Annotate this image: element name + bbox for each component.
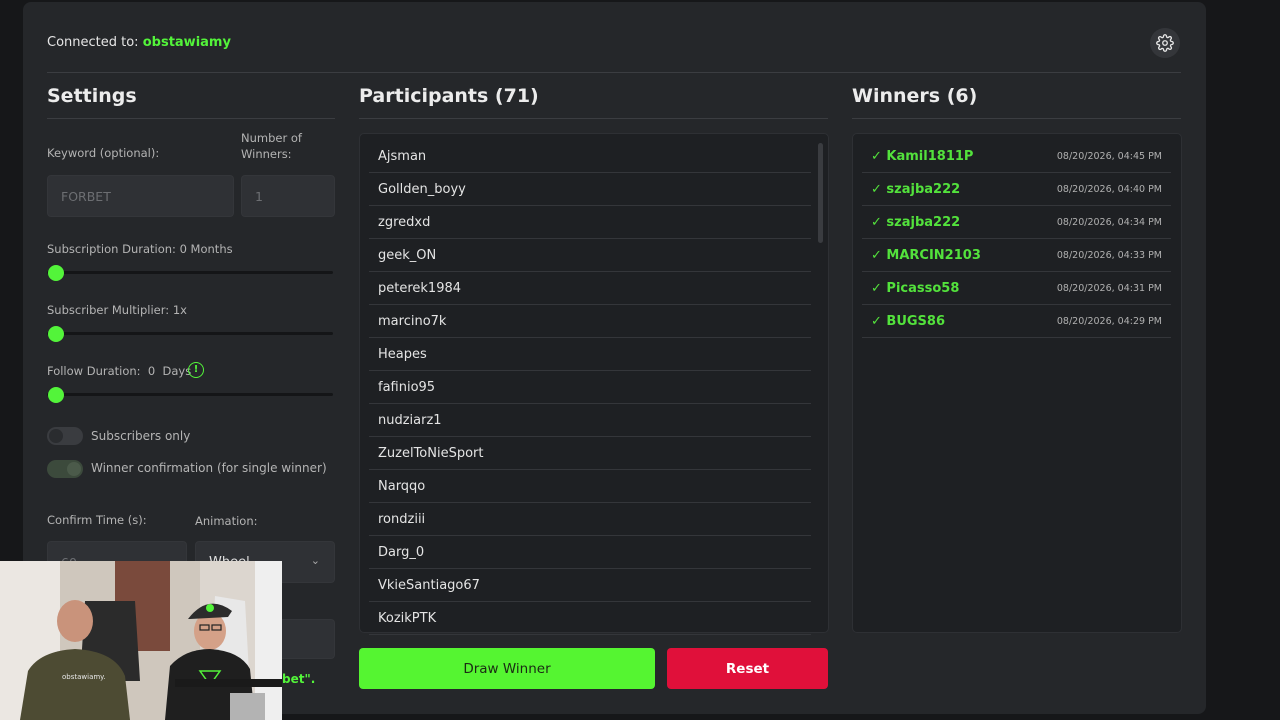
participant-row: Gollden_boyy (369, 174, 811, 206)
participants-rows: Ajsman Gollden_boyy zgredxd geek_ON peterek1… (369, 141, 811, 636)
winner-row: ✓ MARCIN2103 08/20/2026, 04:33 PM (862, 240, 1171, 272)
info-icon[interactable]: ! (188, 362, 204, 378)
winners-divider (852, 118, 1181, 119)
participant-row: nudziarz1 (369, 405, 811, 437)
reset-button[interactable]: Reset (667, 648, 828, 689)
draw-winner-button[interactable]: Draw Winner (359, 648, 655, 689)
subscription-duration-label: Subscription Duration: 0 Months (47, 242, 233, 256)
svg-text:obstawiamy.: obstawiamy. (62, 673, 106, 681)
participant-row: fafinio95 (369, 372, 811, 404)
winner-row: ✓ szajba222 08/20/2026, 04:34 PM (862, 207, 1171, 239)
participant-row: geek_ON (369, 240, 811, 272)
participant-row: ZuzelToNieSport (369, 438, 811, 470)
participant-row: Ajsman (369, 141, 811, 173)
participants-title: Participants (71) (359, 85, 539, 107)
winner-row: ✓ szajba222 08/20/2026, 04:40 PM (862, 174, 1171, 206)
settings-divider (47, 118, 335, 119)
subscribers-only-toggle[interactable] (47, 427, 83, 445)
animation-label: Animation: (195, 514, 258, 528)
winner-row: ✓ Kamil1811P 08/20/2026, 04:45 PM (862, 141, 1171, 173)
participant-row: Darg_0 (369, 537, 811, 569)
winner-confirmation-label: Winner confirmation (for single winner) (91, 461, 327, 475)
follow-duration-label: Follow Duration: 0 Days (47, 364, 192, 378)
participant-row: zgredxd (369, 207, 811, 239)
participant-row: KozikPTK (369, 603, 811, 635)
participants-divider (359, 118, 828, 119)
slider-handle[interactable] (48, 265, 64, 281)
participant-row: rondziii (369, 504, 811, 536)
winners-rows: ✓ Kamil1811P 08/20/2026, 04:45 PM ✓ szajba… (862, 141, 1171, 339)
participant-row: VkieSantiago67 (369, 570, 811, 602)
winner-name: ✓ szajba222 (871, 182, 961, 197)
winner-timestamp: 08/20/2026, 04:31 PM (1056, 283, 1162, 294)
winner-name: ✓ BUGS86 (871, 314, 946, 329)
channel-name: obstawiamy (142, 35, 231, 50)
winner-timestamp: 08/20/2026, 04:45 PM (1056, 151, 1162, 162)
winner-row: ✓ BUGS86 08/20/2026, 04:29 PM (862, 306, 1171, 338)
header-divider (47, 72, 1181, 73)
participant-row: Heapes (369, 339, 811, 371)
subscriber-multiplier-slider[interactable] (47, 326, 333, 342)
winners-title: Winners (6) (852, 85, 978, 107)
winner-name: ✓ Picasso58 (871, 281, 960, 296)
winner-confirmation-toggle[interactable] (47, 460, 83, 478)
keyword-input[interactable]: FORBET (47, 175, 234, 217)
subscription-duration-slider[interactable] (47, 265, 333, 281)
participant-row: Narqqo (369, 471, 811, 503)
settings-gear-button[interactable] (1150, 28, 1180, 58)
connection-status: Connected to: obstawiamy (47, 35, 231, 50)
webcam-image: obstawiamy. (0, 561, 282, 720)
participants-scrollbar[interactable] (818, 143, 823, 243)
webcam-overlay: obstawiamy. (0, 561, 282, 720)
hint-text-partial: bet". (282, 672, 316, 686)
gear-icon (1156, 34, 1174, 52)
winner-timestamp: 08/20/2026, 04:29 PM (1056, 316, 1162, 327)
winners-count-input[interactable]: 1 (241, 175, 335, 217)
subscribers-only-label: Subscribers only (91, 429, 191, 443)
winner-timestamp: 08/20/2026, 04:34 PM (1056, 217, 1162, 228)
winner-timestamp: 08/20/2026, 04:40 PM (1056, 184, 1162, 195)
winner-row: ✓ Picasso58 08/20/2026, 04:31 PM (862, 273, 1171, 305)
participant-row: marcino7k (369, 306, 811, 338)
chevron-down-icon: ⌄ (310, 554, 320, 567)
settings-title: Settings (47, 85, 137, 107)
confirm-time-label: Confirm Time (s): (47, 513, 147, 527)
slider-handle[interactable] (48, 326, 64, 342)
keyword-label: Keyword (optional): (47, 146, 160, 160)
winner-name: ✓ MARCIN2103 (871, 248, 981, 263)
winner-name: ✓ szajba222 (871, 215, 961, 230)
winners-count-label: Number of Winners: (241, 131, 302, 161)
winner-name: ✓ Kamil1811P (871, 149, 974, 164)
slider-handle[interactable] (48, 387, 64, 403)
follow-duration-slider[interactable] (47, 387, 333, 403)
subscriber-multiplier-label: Subscriber Multiplier: 1x (47, 303, 187, 317)
winner-timestamp: 08/20/2026, 04:33 PM (1056, 250, 1162, 261)
participant-row: peterek1984 (369, 273, 811, 305)
